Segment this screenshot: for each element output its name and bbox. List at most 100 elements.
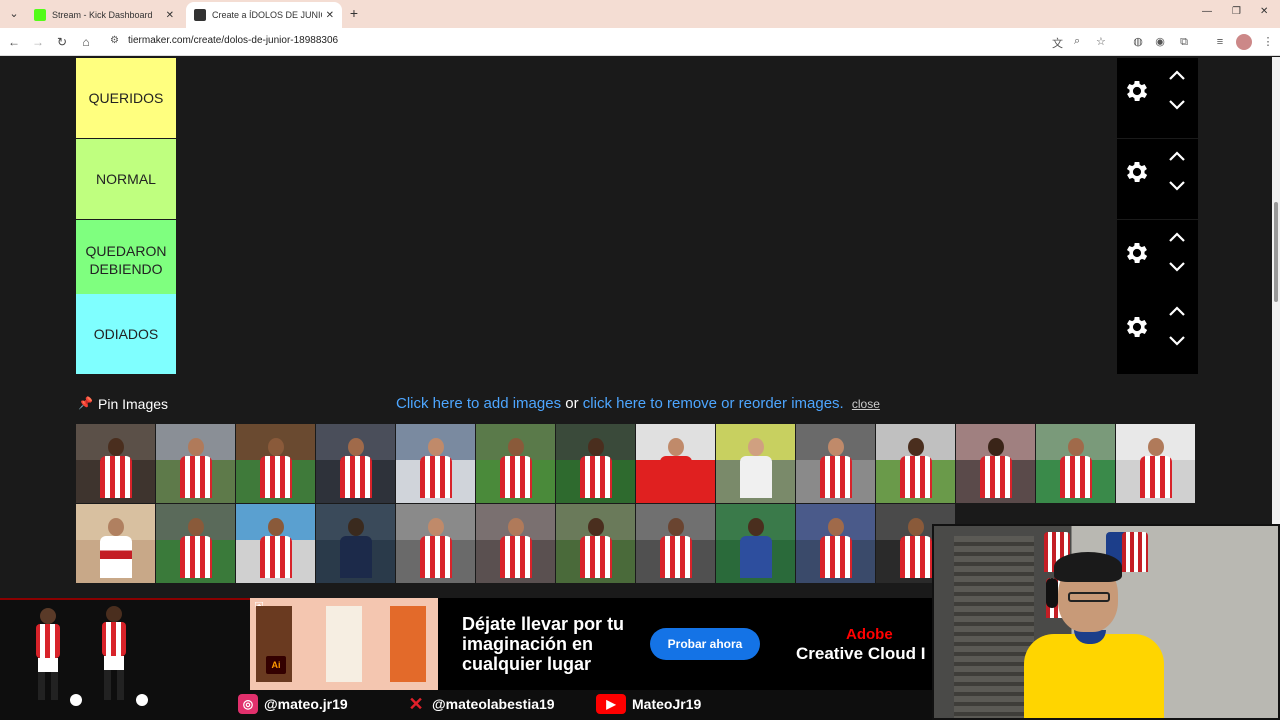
tier-row: QUERIDOS [76,58,1198,138]
omnibox[interactable]: ⚙ tiermaker.com/create/dolos-de-junior-1… [104,31,1120,53]
player-image[interactable] [716,504,795,583]
move-down-chevron-icon[interactable] [1169,100,1185,110]
move-up-chevron-icon[interactable] [1169,232,1185,242]
restore-icon[interactable]: ❐ [1232,6,1241,17]
browser-tab-bar: ⌄ Stream - Kick Dashboard ✕ Create a ÍDO… [0,0,1280,28]
player-image[interactable] [236,504,315,583]
extension-icon[interactable]: ◉ [1152,34,1168,50]
back-icon[interactable]: ← [6,34,22,50]
forward-icon[interactable]: → [30,34,46,50]
add-images-link[interactable]: Click here to add images [396,395,561,412]
player-image[interactable] [636,424,715,503]
tier-label[interactable]: NORMAL [76,139,176,219]
move-up-chevron-icon[interactable] [1169,70,1185,80]
address-bar-row: ← → ↻ ⌂ ⚙ tiermaker.com/create/dolos-de-… [0,28,1280,56]
player-image[interactable] [556,504,635,583]
site-info-icon[interactable]: ⚙ [110,35,119,46]
tier-label[interactable]: QUEDARON DEBIENDO [76,220,176,300]
tab-close-icon[interactable]: ✕ [326,10,334,21]
ad-banner[interactable]: ⛨ Ai Déjate llevar por tu imaginación en… [250,598,932,690]
illustrator-badge: Ai [266,656,286,674]
social-handle: @mateolabestia19 [432,696,555,712]
kick-favicon-icon [34,9,46,21]
player-image[interactable] [796,424,875,503]
player-image[interactable] [876,424,955,503]
player-image[interactable] [476,504,555,583]
pin-images-label[interactable]: Pin Images [98,396,168,412]
product-box [390,606,426,682]
move-up-chevron-icon[interactable] [1169,151,1185,161]
players-graphic [36,606,148,706]
tier-drop-zone[interactable] [176,220,1117,300]
social-youtube: ▶ MateoJr19 [596,693,701,715]
gear-icon[interactable] [1123,158,1151,186]
tab-close-icon[interactable]: ✕ [166,10,174,21]
tab-tiermaker[interactable]: Create a ÍDOLOS DE JUNIOR Ti ✕ [186,2,342,28]
player-image[interactable] [556,424,635,503]
player-image[interactable] [396,504,475,583]
close-link[interactable]: close [852,397,880,411]
instagram-icon: ◎ [238,694,258,714]
profile-avatar[interactable] [1236,34,1252,50]
pin-icon[interactable]: 📌 [78,396,93,410]
menu-kebab-icon[interactable]: ⋮ [1260,34,1276,50]
move-down-chevron-icon[interactable] [1169,181,1185,191]
tier-label[interactable]: ODIADOS [76,294,176,374]
player-image[interactable] [76,504,155,583]
minimize-icon[interactable]: — [1202,6,1212,17]
player-image[interactable] [396,424,475,503]
player-image[interactable] [1116,424,1195,503]
player-image[interactable] [796,504,875,583]
player-image[interactable] [476,424,555,503]
ad-brand-adobe: Adobe [846,626,893,643]
player-image[interactable] [716,424,795,503]
tiermaker-favicon-icon [194,9,206,21]
tier-controls [1117,58,1198,138]
home-icon[interactable]: ⌂ [78,34,94,50]
tier-controls [1117,294,1198,374]
webcam-feed [932,524,1280,720]
reload-icon[interactable]: ↻ [54,34,70,50]
reading-list-icon[interactable]: ≡ [1212,34,1228,50]
translate-icon[interactable]: 文 [1052,35,1063,51]
player-image[interactable] [636,504,715,583]
bookmark-star-icon[interactable]: ☆ [1096,35,1106,48]
reorder-images-link[interactable]: click here to remove or reorder images. [583,395,844,412]
tab-kick-dashboard[interactable]: Stream - Kick Dashboard ✕ [26,2,182,28]
extensions-puzzle-icon[interactable]: ⧉ [1176,34,1192,50]
player-image[interactable] [76,424,155,503]
player-image[interactable] [956,424,1035,503]
scrollbar-thumb[interactable] [1274,202,1278,302]
player-image[interactable] [1036,424,1115,503]
x-icon: ✕ [408,694,424,714]
gear-icon[interactable] [1123,77,1151,105]
player-image[interactable] [236,424,315,503]
move-down-chevron-icon[interactable] [1169,336,1185,346]
tier-drop-zone[interactable] [176,58,1117,138]
tier-drop-zone[interactable] [176,294,1117,374]
social-instagram: ◎ @mateo.jr19 [238,693,348,715]
gear-icon[interactable] [1123,313,1151,341]
ad-cta-button[interactable]: Probar ahora [650,628,760,660]
new-tab-icon[interactable]: + [346,5,362,21]
tier-label[interactable]: QUERIDOS [76,58,176,138]
pin-images-bar: 📌 Pin Images Click here to add images or… [76,394,1198,416]
extension-icon[interactable]: ◍ [1130,34,1146,50]
player-image[interactable] [156,424,235,503]
image-actions: Click here to add images or click here t… [396,395,880,412]
zoom-icon[interactable]: ⌕ [1074,35,1080,48]
tier-row: ODIADOS [76,294,1198,374]
move-up-chevron-icon[interactable] [1169,306,1185,316]
tier-controls [1117,139,1198,219]
url-text[interactable]: tiermaker.com/create/dolos-de-junior-189… [128,35,338,46]
player-image[interactable] [156,504,235,583]
youtube-icon: ▶ [596,694,626,714]
tier-row: NORMAL [76,139,1198,219]
gear-icon[interactable] [1123,239,1151,267]
move-down-chevron-icon[interactable] [1169,262,1185,272]
window-close-icon[interactable]: ✕ [1260,6,1268,17]
tab-search-chevron-icon[interactable]: ⌄ [6,6,22,22]
player-image[interactable] [316,504,395,583]
tier-drop-zone[interactable] [176,139,1117,219]
player-image[interactable] [316,424,395,503]
